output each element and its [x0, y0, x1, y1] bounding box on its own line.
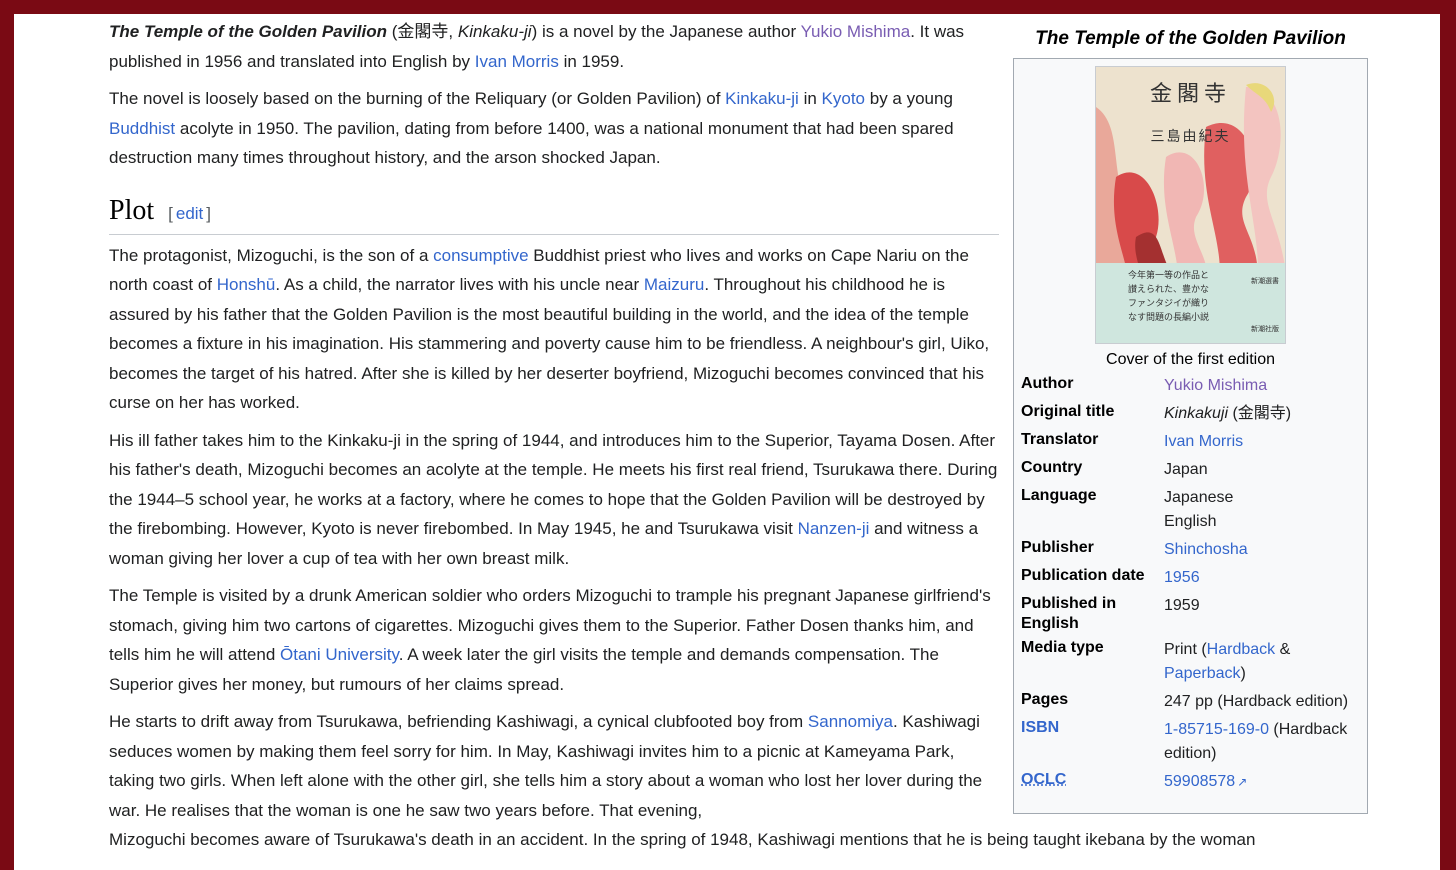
link-buddhist[interactable]: Buddhist	[109, 119, 175, 138]
link-consumptive[interactable]: consumptive	[433, 246, 528, 265]
plot-paragraph-4: He starts to drift away from Tsurukawa, …	[109, 712, 1256, 849]
infobox-link-hardback[interactable]: Hardback	[1207, 641, 1275, 658]
infobox-row-author: Author Yukio Mishima	[1021, 375, 1268, 394]
link-ivan-morris[interactable]: Ivan Morris	[475, 52, 559, 71]
infobox: 金閣寺 三島由紀夫 今年第一等の作品と 讃えられた、豊かな ファンタジイが織り …	[1013, 58, 1368, 814]
cover-publisher-mark: 新潮選書	[1251, 277, 1279, 285]
infobox-row-country: Country Japan	[1021, 459, 1208, 478]
cover-author: 三島由紀夫	[1150, 129, 1231, 145]
infobox-link-publication-date[interactable]: 1956	[1164, 569, 1200, 586]
link-kyoto[interactable]: Kyoto	[822, 89, 865, 108]
infobox-caption: The Temple of the Golden Pavilion	[1035, 28, 1346, 49]
infobox-link-author[interactable]: Yukio Mishima	[1164, 377, 1267, 394]
infobox-rows: Author Yukio Mishima Original title Kink…	[1021, 374, 1361, 798]
infobox-row-oclc: OCLC 59908578 ↗	[1021, 770, 1361, 794]
cover-caption: Cover of the first edition	[1106, 351, 1275, 368]
edit-link[interactable]: edit	[176, 204, 203, 223]
link-honshu[interactable]: Honshū	[217, 275, 276, 294]
cover-publisher-mark-bottom: 新潮社版	[1251, 325, 1279, 333]
link-yukio-mishima[interactable]: Yukio Mishima	[801, 22, 911, 41]
infobox-link-isbn[interactable]: 1-85715-169-0	[1164, 721, 1269, 738]
infobox-row-translator: Translator Ivan Morris	[1021, 431, 1244, 450]
article-body: The Temple of the Golden Pavilion (金閣寺, …	[109, 14, 1256, 863]
article-title-bold: The Temple of the Golden Pavilion	[109, 22, 388, 41]
article-page: The Temple of the Golden Pavilion (金閣寺, …	[14, 14, 1440, 870]
link-sannomiya[interactable]: Sannomiya	[808, 712, 893, 731]
link-kinkaku-ji[interactable]: Kinkaku-ji	[725, 89, 799, 108]
edit-section: [edit]	[168, 203, 212, 223]
infobox-row-media-type: Media type Print (Hardback & Paperback)	[1021, 639, 1291, 682]
background-paragraph: The novel is loosely based on the burnin…	[109, 89, 954, 167]
external-link-icon: ↗	[1237, 775, 1248, 789]
plot-paragraph-1: The protagonist, Mizoguchi, is the son o…	[109, 245, 990, 413]
book-cover-image[interactable]: 金閣寺 三島由紀夫 今年第一等の作品と 讃えられた、豊かな ファンタジイが織り …	[1095, 66, 1286, 344]
plot-paragraph-3: The Temple is visited by a drunk America…	[109, 586, 991, 694]
infobox-row-publisher: Publisher Shinchosha	[1021, 539, 1248, 558]
link-nanzen-ji[interactable]: Nanzen-ji	[798, 519, 870, 538]
link-otani-university[interactable]: Ōtani University	[280, 645, 399, 664]
isbn-label-link[interactable]: ISBN	[1021, 719, 1059, 736]
infobox-row-original-title: Original title Kinkakuji (金閣寺)	[1021, 403, 1292, 422]
cover-blurb: 今年第一等の作品と 讃えられた、豊かな ファンタジイが織り なす問題の長編小説	[1128, 271, 1210, 323]
infobox-link-paperback[interactable]: Paperback	[1164, 665, 1241, 682]
infobox-link-translator[interactable]: Ivan Morris	[1164, 433, 1243, 450]
intro-paragraph: The Temple of the Golden Pavilion (金閣寺, …	[109, 22, 965, 71]
link-maizuru[interactable]: Maizuru	[644, 275, 704, 294]
infobox-row-pages: Pages 247 pp (Hardback edition)	[1021, 691, 1349, 710]
infobox-link-publisher[interactable]: Shinchosha	[1164, 541, 1248, 558]
infobox-link-oclc[interactable]: 59908578	[1164, 773, 1235, 790]
infobox-row-publication-date: Publication date 1956	[1021, 567, 1200, 586]
infobox-row-published-english: Published in English 1959	[1021, 595, 1200, 632]
oclc-label-link[interactable]: OCLC	[1021, 771, 1066, 788]
plot-paragraph-2: His ill father takes him to the Kinkaku-…	[109, 430, 998, 568]
infobox-row-language: Language Japanese English	[1021, 487, 1234, 530]
cover-title: 金閣寺	[1149, 82, 1231, 107]
infobox-row-isbn: ISBN 1-85715-169-0 (Hardback edition)	[1021, 719, 1348, 762]
plot-heading: Plot[edit]	[109, 193, 999, 235]
